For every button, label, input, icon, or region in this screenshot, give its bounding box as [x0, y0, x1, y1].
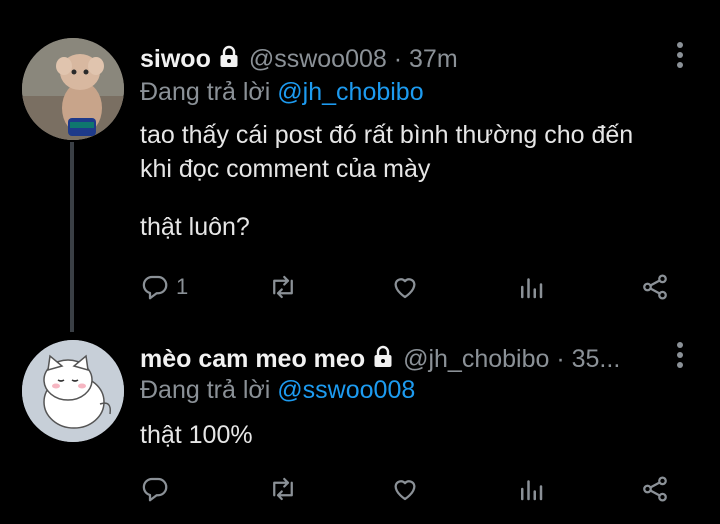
- avatar-monkey-photo: [22, 38, 124, 140]
- avatar[interactable]: [22, 340, 124, 442]
- mention-link[interactable]: @sswoo008: [277, 376, 415, 404]
- handle-and-timestamp[interactable]: @sswoo008 · 37m: [249, 45, 458, 74]
- tweet-line: thật 100%: [140, 421, 253, 449]
- analytics-icon: [521, 278, 543, 299]
- handle-and-timestamp[interactable]: @jh_chobibo · 35...: [403, 345, 620, 374]
- action-bar: [140, 472, 680, 506]
- reply-prefix: Đang trả lời: [140, 78, 271, 106]
- analytics-button[interactable]: [516, 472, 546, 506]
- retweet-icon: [273, 275, 293, 299]
- share-icon: [643, 274, 667, 300]
- more-vertical-icon[interactable]: [676, 42, 684, 72]
- heart-icon: [394, 480, 416, 501]
- avatar[interactable]: [22, 38, 124, 140]
- tweet-header: mèo cam meo meo @jh_chobibo · 35...: [140, 342, 660, 376]
- share-button[interactable]: [640, 270, 670, 304]
- tweet-text: tao thấy cái post đó rất bình thường cho…: [140, 118, 633, 244]
- tweet: mèo cam meo meo @jh_chobibo · 35... Đang…: [0, 330, 720, 524]
- action-bar: 1: [140, 270, 680, 304]
- share-icon: [643, 476, 667, 502]
- tweet-line: tao thấy cái post đó rất bình thường cho…: [140, 121, 634, 149]
- reply-prefix: Đang trả lời: [140, 376, 271, 404]
- reply-icon: [142, 477, 168, 502]
- avatar-cat-illustration: [22, 340, 124, 442]
- tweet-line: thật luôn?: [140, 213, 250, 241]
- analytics-icon: [521, 480, 543, 501]
- retweet-button[interactable]: [268, 472, 298, 506]
- lock-icon: [217, 45, 241, 69]
- display-name[interactable]: mèo cam meo meo: [140, 345, 365, 374]
- like-button[interactable]: [390, 270, 420, 304]
- reply-context: Đang trả lời @sswoo008: [140, 376, 415, 405]
- more-vertical-icon[interactable]: [676, 342, 684, 372]
- reply-button[interactable]: [140, 472, 176, 506]
- display-name[interactable]: siwoo: [140, 45, 211, 74]
- share-button[interactable]: [640, 472, 670, 506]
- lock-icon: [371, 345, 395, 369]
- mention-link[interactable]: @jh_chobibo: [277, 78, 423, 106]
- tweet-header: siwoo @sswoo008 · 37m: [140, 42, 660, 76]
- tweet: siwoo @sswoo008 · 37m Đang trả lời @jh_c…: [0, 0, 720, 332]
- reply-button[interactable]: 1: [140, 270, 188, 304]
- thread-connector: [70, 142, 74, 332]
- tweet-text: thật 100%: [140, 418, 253, 452]
- heart-icon: [394, 278, 416, 299]
- tweet-line: khi đọc comment của mày: [140, 155, 431, 183]
- like-button[interactable]: [390, 472, 420, 506]
- retweet-icon: [273, 477, 293, 501]
- reply-count: 1: [176, 274, 189, 299]
- retweet-button[interactable]: [268, 270, 298, 304]
- reply-context: Đang trả lời @jh_chobibo: [140, 78, 424, 107]
- reply-icon: [142, 275, 168, 300]
- analytics-button[interactable]: [516, 270, 546, 304]
